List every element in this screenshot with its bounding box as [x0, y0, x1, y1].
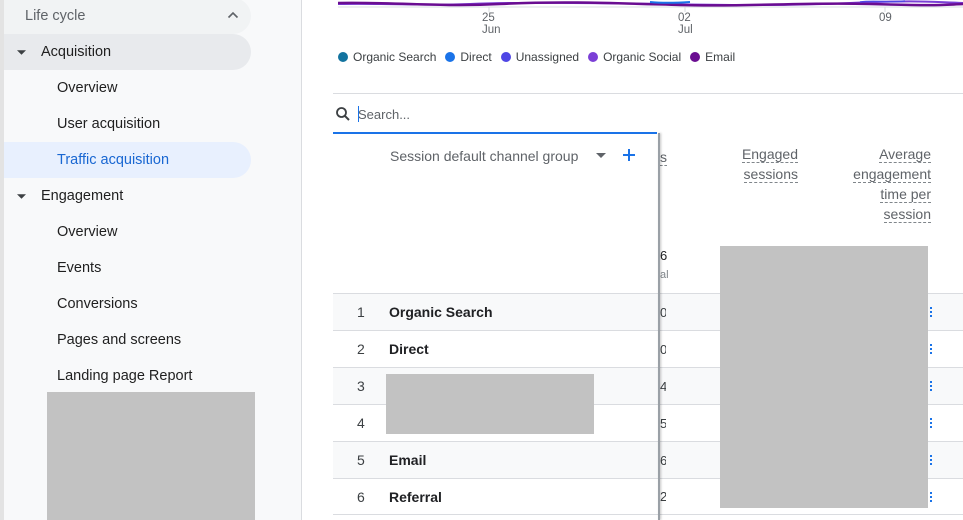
- redacted-metric-values: [720, 246, 928, 508]
- row-partial-value: 4: [660, 378, 666, 394]
- table-search-bar: [333, 93, 963, 134]
- row-index: 2: [357, 341, 365, 357]
- column-header-engaged-sessions[interactable]: Engaged sessions: [728, 144, 798, 184]
- row-channel-name: Organic Search: [389, 304, 493, 320]
- legend-item-direct[interactable]: Direct: [445, 50, 492, 64]
- chart-area: 25 Jun 02 Jul 09 Organic Search Direct U…: [330, 0, 963, 80]
- row-partial-value: 0: [660, 304, 666, 320]
- sidebar-item-acquisition-overview[interactable]: Overview: [4, 70, 251, 106]
- row-channel-name: Direct: [389, 341, 429, 357]
- sidebar-item-label: Pages and screens: [57, 332, 182, 348]
- row-index: 3: [357, 378, 365, 394]
- sidebar-section-engagement[interactable]: Engagement: [4, 178, 251, 214]
- sidebar-item-label: Overview: [57, 80, 118, 96]
- sidebar-item-label: Overview: [57, 224, 118, 240]
- row-index: 5: [357, 452, 365, 468]
- column-header-avg-engagement-time[interactable]: Average engagement time per session: [833, 144, 931, 224]
- legend-label: Unassigned: [515, 50, 580, 64]
- x-tick-label: 09: [879, 12, 892, 24]
- row-partial-value: 0: [660, 341, 666, 357]
- chart-legend: Organic Search Direct Unassigned Organic…: [338, 50, 744, 64]
- legend-label: Email: [705, 50, 736, 64]
- redacted-block: [47, 392, 255, 520]
- legend-item-unassigned[interactable]: Unassigned: [500, 50, 580, 64]
- search-input[interactable]: [358, 103, 648, 125]
- legend-item-email[interactable]: Email: [690, 50, 735, 64]
- row-index: 6: [357, 488, 365, 505]
- sidebar-item-label: Conversions: [57, 296, 138, 312]
- sidebar-lifecycle-header[interactable]: Life cycle: [4, 0, 251, 34]
- sidebar-item-pages-and-screens[interactable]: Pages and screens: [4, 322, 251, 358]
- legend-dot-icon: [338, 52, 348, 62]
- legend-item-organic-search[interactable]: Organic Search: [338, 50, 436, 64]
- chevron-up-icon[interactable]: [225, 7, 241, 23]
- sidebar-item-label: Events: [57, 260, 102, 276]
- series-line-unassigned: [859, 0, 906, 3]
- sidebar: Life cycle Acquisition Overview User acq…: [0, 0, 302, 520]
- totals-value-partial: 6: [660, 248, 668, 263]
- column-header-partial[interactable]: s: [660, 147, 670, 167]
- x-tick-label: 25 Jun: [482, 12, 501, 36]
- sidebar-section-acquisition[interactable]: Acquisition: [4, 34, 251, 70]
- sidebar-item-landing-page-report[interactable]: Landing page Report: [4, 358, 251, 394]
- sidebar-item-engagement-overview[interactable]: Overview: [4, 214, 251, 250]
- plus-icon[interactable]: [621, 147, 637, 163]
- legend-dot-icon: [690, 52, 701, 62]
- legend-item-organic-social[interactable]: Organic Social: [588, 50, 681, 64]
- sidebar-item-label: Landing page Report: [57, 368, 193, 384]
- section-label: Acquisition: [41, 44, 112, 60]
- text-cursor: [358, 106, 359, 122]
- dimension-selector[interactable]: Session default channel group: [390, 148, 578, 164]
- sidebar-item-label: User acquisition: [57, 116, 161, 132]
- row-partial-value: 2: [660, 489, 666, 504]
- row-edge-value: [928, 455, 932, 465]
- totals-label-partial: al: [660, 269, 669, 281]
- x-tick-label: 02 Jul: [678, 12, 693, 36]
- line-chart: [337, 0, 963, 12]
- row-edge-value: [928, 418, 932, 428]
- search-icon: [336, 107, 350, 121]
- legend-label: Organic Search: [353, 50, 437, 64]
- row-edge-value: [928, 491, 932, 502]
- frozen-column-divider[interactable]: [658, 133, 660, 520]
- series-line-direct: [649, 1, 691, 4]
- row-index: 4: [357, 415, 365, 431]
- legend-label: Organic Social: [603, 50, 682, 64]
- row-edge-value: [928, 381, 932, 391]
- legend-dot-icon: [500, 52, 511, 62]
- sidebar-item-events[interactable]: Events: [4, 250, 251, 286]
- dimension-column-header: Session default channel group: [333, 133, 659, 293]
- sidebar-item-label: Traffic acquisition: [57, 152, 170, 168]
- sidebar-item-traffic-acquisition[interactable]: Traffic acquisition: [4, 142, 251, 178]
- row-partial-value: 5: [660, 415, 666, 431]
- legend-dot-icon: [445, 52, 456, 62]
- redacted-row-names: [386, 374, 594, 434]
- caret-down-icon: [16, 49, 26, 55]
- data-table: Session default channel group s Engaged s…: [333, 133, 963, 520]
- section-label: Engagement: [41, 188, 124, 204]
- row-channel-name: Email: [389, 452, 427, 468]
- row-edge-value: [928, 344, 932, 354]
- row-edge-value: [928, 307, 932, 317]
- row-index: 1: [357, 304, 365, 320]
- lifecycle-label: Life cycle: [25, 8, 86, 24]
- sidebar-item-user-acquisition[interactable]: User acquisition: [4, 106, 251, 142]
- caret-down-icon[interactable]: [596, 153, 606, 159]
- sidebar-item-conversions[interactable]: Conversions: [4, 286, 251, 322]
- caret-down-icon: [16, 193, 26, 199]
- row-partial-value: 6: [660, 452, 666, 468]
- row-channel-name: Referral: [389, 488, 442, 505]
- legend-dot-icon: [588, 52, 599, 62]
- legend-label: Direct: [460, 50, 492, 64]
